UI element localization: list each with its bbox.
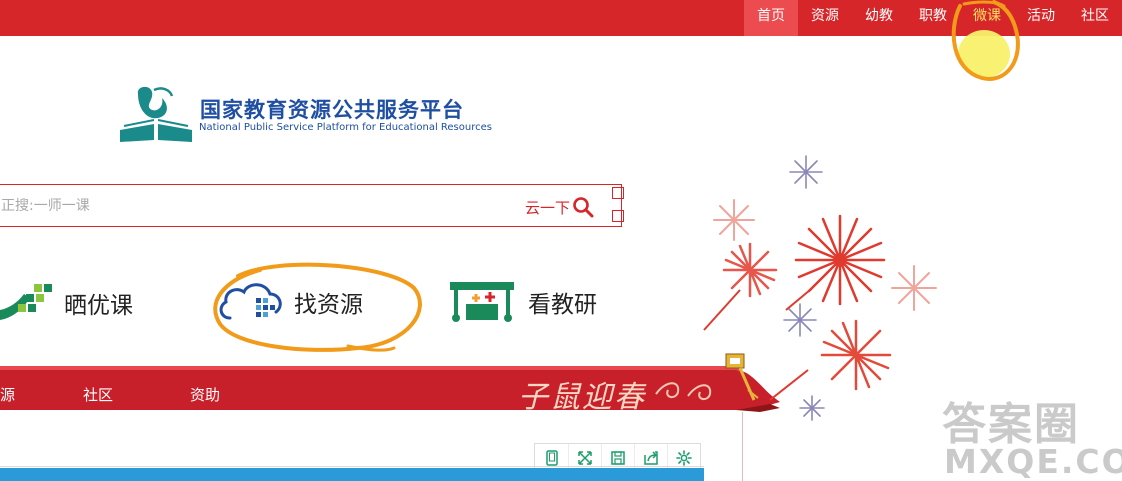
- feature-view-research[interactable]: 看教研: [446, 280, 597, 324]
- search-input[interactable]: [1, 193, 481, 218]
- mobile-icon: [545, 449, 558, 466]
- content-divider: [742, 412, 743, 481]
- cloud-resource-icon: [219, 283, 282, 320]
- platform-logo-icon: [120, 86, 192, 144]
- course-grid-icon: [0, 284, 52, 320]
- fullscreen-icon: [578, 450, 592, 465]
- platform-subtitle: National Public Service Platform for Edu…: [199, 122, 492, 133]
- search-box: 云一下: [0, 184, 622, 227]
- nav-micro-course[interactable]: 微课: [960, 0, 1014, 36]
- video-player-preview[interactable]: [0, 468, 704, 481]
- search-icon: [573, 197, 594, 218]
- feature-showcase-course[interactable]: 晒优课: [0, 280, 133, 326]
- banner-greeting: 子鼠迎春: [518, 380, 646, 415]
- player-top-border: [0, 466, 704, 467]
- feature-label: 找资源: [294, 292, 363, 318]
- nav-community[interactable]: 社区: [1068, 0, 1122, 36]
- research-board-icon: [450, 282, 514, 322]
- sub-nav-ribbon: [0, 366, 780, 412]
- top-nav: 首页 资源 幼教 职教 微课 活动 社区: [744, 0, 1122, 36]
- page: 首页 资源 幼教 职教 微课 活动 社区 国家教育资源公共服务平台 Nation…: [0, 0, 1122, 481]
- sub-nav-community[interactable]: 社区: [83, 384, 113, 405]
- feature-label: 看教研: [528, 292, 597, 318]
- search-button[interactable]: 云一下: [525, 195, 594, 219]
- save-icon: [611, 450, 625, 465]
- nav-preschool[interactable]: 幼教: [852, 0, 906, 36]
- nav-home[interactable]: 首页: [744, 0, 798, 36]
- top-bar: 首页 资源 幼教 职教 微课 活动 社区: [0, 0, 1122, 36]
- search-corner-bottom: [612, 210, 624, 222]
- nav-activities[interactable]: 活动: [1014, 0, 1068, 36]
- nav-resources[interactable]: 资源: [798, 0, 852, 36]
- feature-find-resources[interactable]: 找资源: [218, 280, 363, 324]
- platform-title: 国家教育资源公共服务平台: [200, 98, 464, 122]
- search-corner-top: [612, 187, 624, 199]
- settings-icon: [676, 449, 692, 466]
- sub-nav-support[interactable]: 资助: [190, 384, 220, 405]
- sub-nav-resources[interactable]: 源: [0, 384, 15, 405]
- nav-vocational[interactable]: 职教: [906, 0, 960, 36]
- share-icon: [644, 450, 658, 465]
- search-button-label: 云一下: [525, 198, 571, 217]
- watermark-url: MXQE.COM: [944, 442, 1122, 481]
- feature-label: 晒优课: [64, 293, 133, 319]
